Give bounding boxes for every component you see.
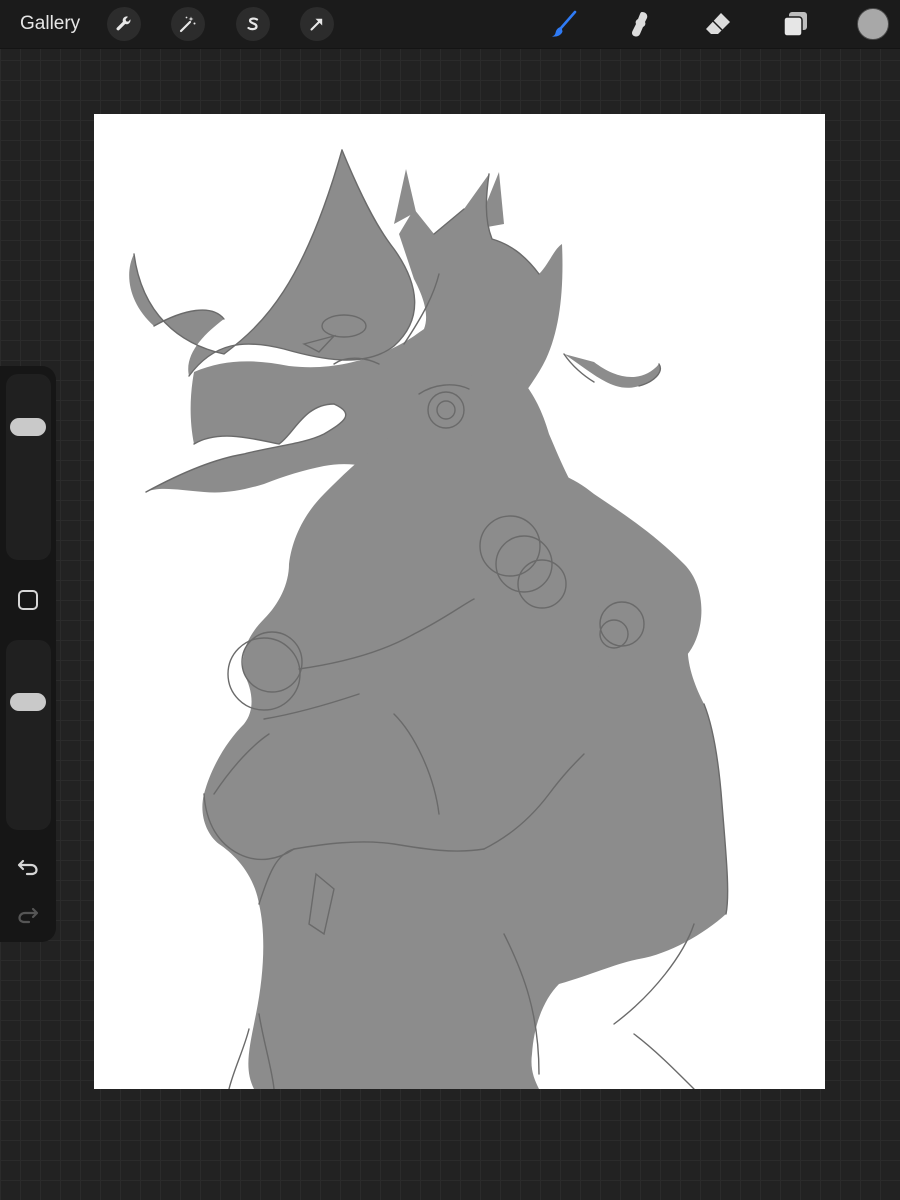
- selection-button[interactable]: [236, 7, 270, 41]
- brush-icon: [552, 10, 577, 37]
- wrench-icon: [116, 16, 131, 31]
- redo-icon[interactable]: [14, 900, 42, 928]
- brush-tool-button[interactable]: [546, 6, 582, 42]
- opacity-handle[interactable]: [10, 693, 46, 712]
- adjustments-button[interactable]: [171, 7, 205, 41]
- transform-button[interactable]: [300, 7, 334, 41]
- layers-button[interactable]: [777, 6, 813, 42]
- gallery-button[interactable]: Gallery: [20, 12, 80, 36]
- arrow-cursor-icon: [310, 18, 323, 31]
- magic-wand-icon: [179, 16, 196, 33]
- opacity-slider[interactable]: [6, 640, 51, 830]
- actions-button[interactable]: [107, 7, 141, 41]
- brush-size-slider[interactable]: [6, 374, 51, 560]
- left-sidebar: [0, 366, 56, 942]
- layers-icon: [783, 12, 807, 37]
- color-picker-button[interactable]: [857, 8, 889, 40]
- brush-size-handle[interactable]: [10, 418, 46, 436]
- sketch-artwork: [129, 149, 729, 1089]
- smudge-tool-button[interactable]: [623, 6, 659, 42]
- drawing-canvas[interactable]: [94, 114, 825, 1089]
- selection-s-icon: [247, 17, 259, 31]
- sketch-fill: [129, 150, 728, 1089]
- undo-icon[interactable]: [14, 852, 42, 880]
- top-toolbar: Gallery: [0, 0, 900, 49]
- eraser-tool-button[interactable]: [700, 6, 736, 42]
- eraser-icon: [706, 13, 730, 34]
- smudge-icon: [632, 12, 648, 37]
- modify-button-icon[interactable]: [16, 588, 40, 612]
